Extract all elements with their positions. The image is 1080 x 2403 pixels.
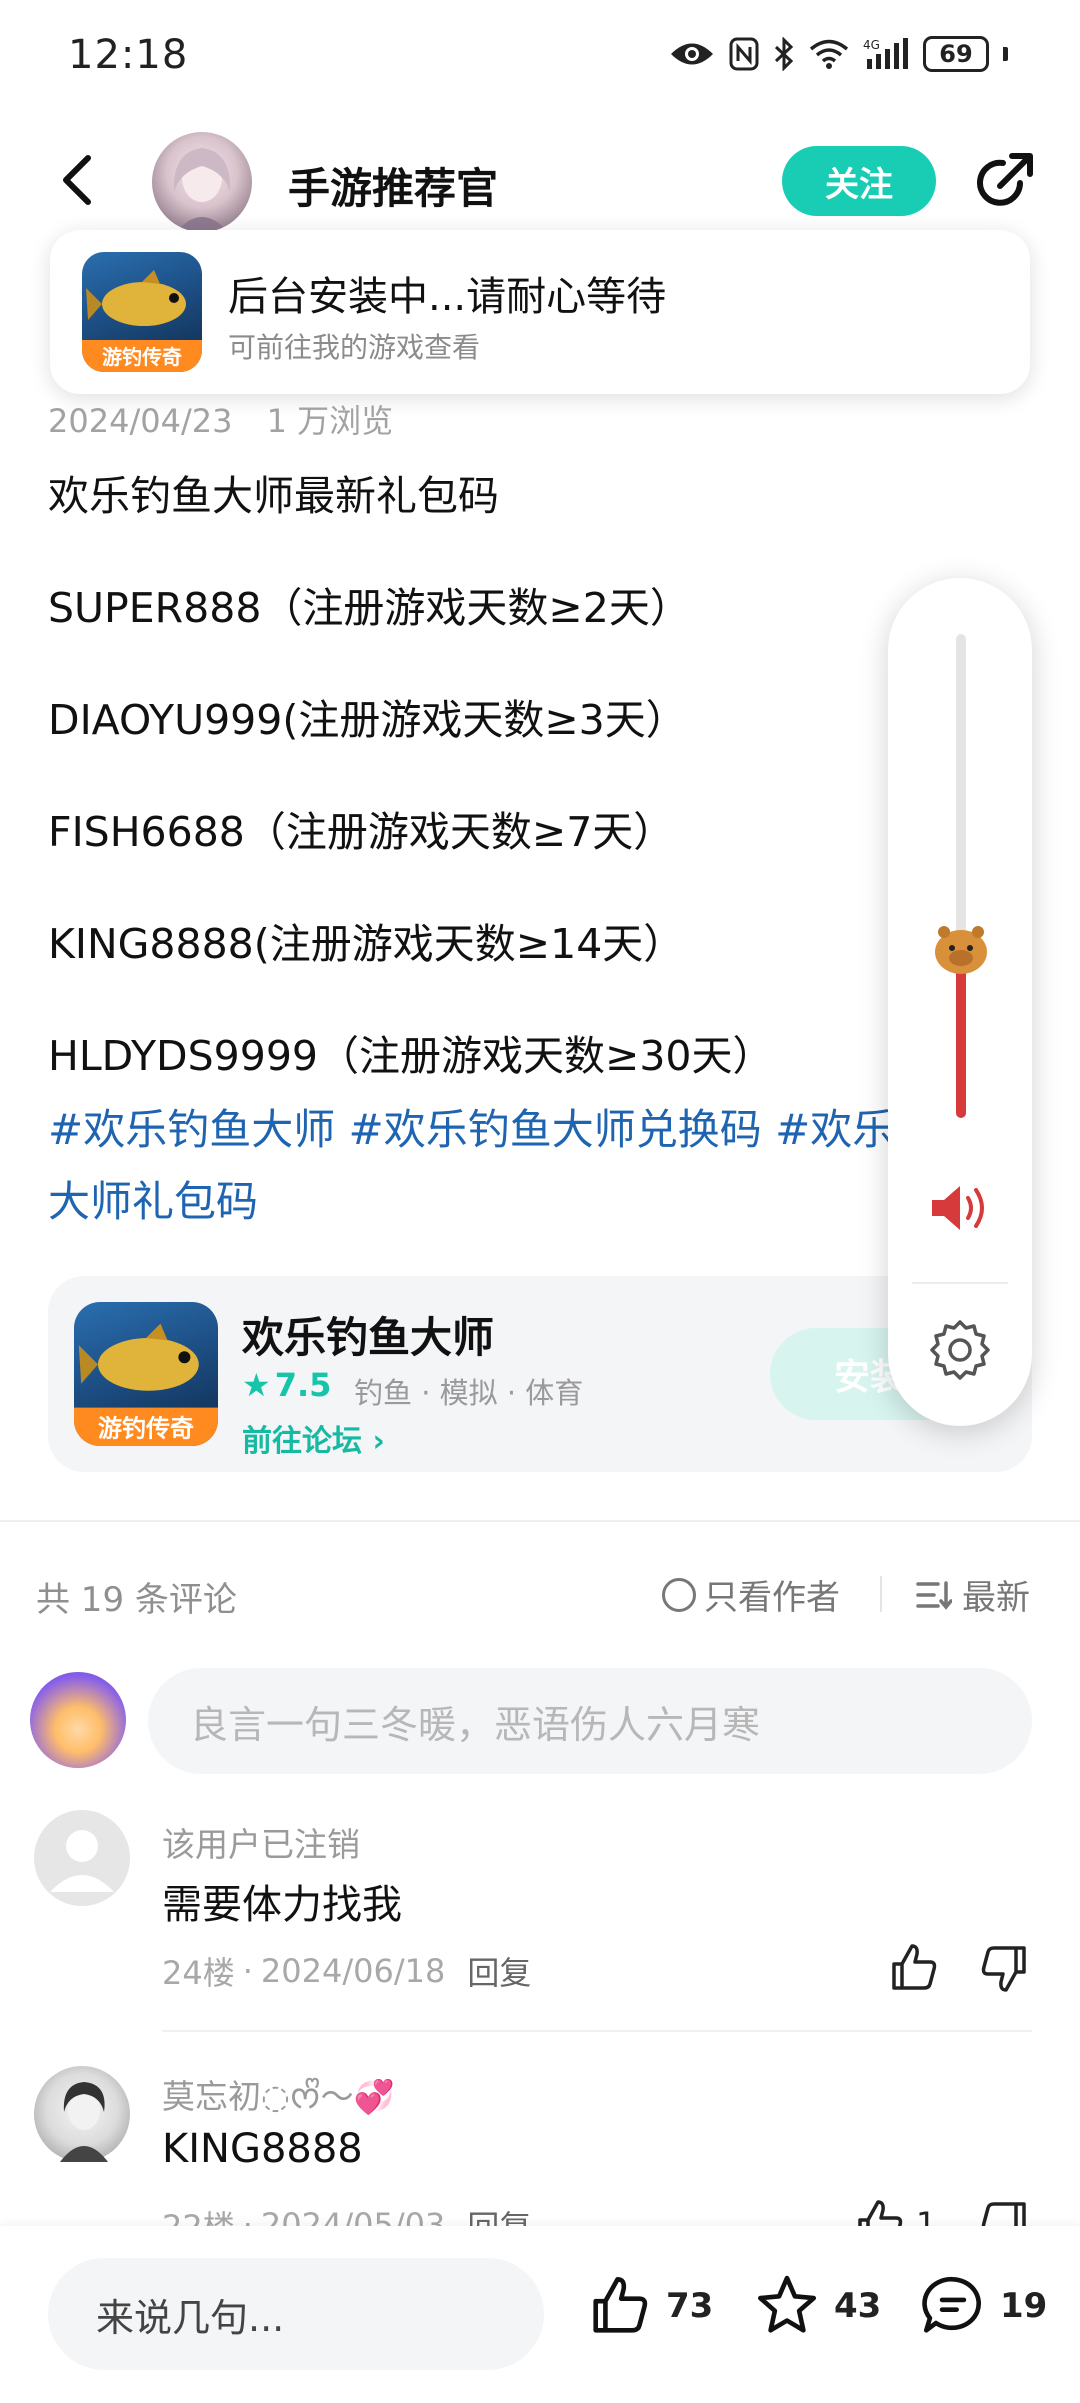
svg-text:游钓传奇: 游钓传奇 [102, 345, 182, 369]
comment-username[interactable]: 莫忘初◌ᰔᩚ〜💞 [162, 2070, 395, 2126]
forum-link-label: 前往论坛 [242, 1424, 362, 1459]
game-card[interactable]: 游钓传奇 欢乐钓鱼大师 ★ 7.5 钓鱼 · 模拟 · 体育 前往论坛 › 安装 [48, 1276, 1032, 1472]
comment-text: 需要体力找我 [162, 1882, 402, 1928]
eye-icon [671, 43, 713, 65]
post-line-code: HLDYDS9999（注册游戏天数≥30天） [48, 1032, 774, 1080]
default-user-icon [50, 1830, 114, 1892]
chevron-right-icon: › [372, 1424, 385, 1459]
favorite-count: 43 [834, 2286, 882, 2326]
like-count: 73 [666, 2286, 714, 2326]
status-time: 12:18 [68, 32, 189, 78]
comment-username[interactable]: 该用户已注销 [162, 1818, 360, 1866]
game-name: 欢乐钓鱼大师 [242, 1313, 495, 1362]
comment-input[interactable]: 良言一句三冬暖，恶语伤人六月寒 [148, 1668, 1032, 1774]
comment-avatar[interactable] [34, 1810, 130, 1906]
favorite-button[interactable]: 43 [752, 2272, 881, 2340]
thumbs-up-icon[interactable] [886, 1940, 942, 1996]
back-arrow-icon[interactable] [50, 150, 110, 210]
fish-icon: 游钓传奇 [82, 270, 202, 372]
rating-value: 7.5 [274, 1366, 332, 1404]
comments-count-bottom: 19 [1000, 2286, 1048, 2326]
volume-slider-thumb-icon[interactable] [930, 918, 992, 980]
post-line-code: SUPER888（注册游戏天数≥2天） [48, 584, 691, 632]
post-meta: 2024/04/23 1 万浏览 [48, 396, 393, 442]
status-bar: 12:18 4G 69 [0, 0, 1080, 110]
my-avatar[interactable] [30, 1672, 126, 1768]
toast-title: 后台安装中...请耐心等待 [228, 274, 667, 320]
author-only-toggle[interactable]: 只看作者 [662, 1570, 840, 1619]
volume-overlay [888, 578, 1032, 1426]
comments-count: 共 19 条评论 [36, 1580, 237, 1620]
star-icon [757, 2275, 817, 2333]
speaker-icon[interactable] [928, 1180, 992, 1236]
game-card-icon: 游钓传奇 [74, 1302, 218, 1446]
thumbs-up-icon [593, 2276, 648, 2333]
install-toast[interactable]: 游钓传奇 后台安装中...请耐心等待 可前往我的游戏查看 [50, 230, 1030, 394]
post-title: 欢乐钓鱼大师最新礼包码 [48, 472, 499, 520]
sort-latest-button[interactable]: 最新 [916, 1570, 1030, 1619]
svg-text:游钓传奇: 游钓传奇 [98, 1414, 194, 1442]
share-icon[interactable] [970, 150, 1036, 216]
game-rating: ★ 7.5 [242, 1366, 331, 1404]
comment-separator [162, 2030, 1032, 2032]
post-hashtags[interactable]: #欢乐钓鱼大师 #欢乐钓鱼大师兑换码 #欢乐钓鱼大师礼包码 [48, 1094, 1008, 1238]
like-button[interactable]: 73 [586, 2272, 713, 2340]
battery-tip [1003, 47, 1008, 61]
comment-avatar[interactable] [34, 2066, 130, 2162]
status-icons: 4G 69 [669, 32, 1008, 76]
game-tags: 钓鱼 · 模拟 · 体育 [354, 1376, 584, 1410]
game-icon: 游钓传奇 [82, 252, 202, 372]
bottom-action-bar: 来说几句... 73 43 19 [0, 2226, 1080, 2403]
fish-icon: 游钓传奇 [74, 1323, 218, 1446]
signal-icon: 4G [863, 38, 908, 69]
wifi-icon [809, 39, 849, 69]
post-date: 2024/04/23 [48, 402, 233, 440]
reply-button[interactable]: 回复 [467, 1948, 531, 1994]
post-line-code: KING8888(注册游戏天数≥14天） [48, 920, 685, 968]
battery-indicator: 69 [923, 36, 989, 72]
comments-button[interactable]: 19 [918, 2272, 1047, 2340]
sort-icon [916, 1580, 952, 1610]
comment-date: 2024/06/18 [260, 1952, 446, 1990]
toast-subtitle[interactable]: 可前往我的游戏查看 [228, 326, 480, 366]
bluetooth-icon [774, 37, 794, 71]
post-line-code: DIAOYU999(注册游戏天数≥3天） [48, 696, 687, 744]
post-views: 1 万浏览 [266, 402, 394, 440]
nfc-icon [729, 37, 759, 71]
comment-bubble-icon [922, 2276, 982, 2333]
avatar-portrait-icon [60, 2082, 108, 2162]
bottom-comment-input[interactable]: 来说几句... [48, 2258, 544, 2370]
comment-meta: 24楼 · 2024/06/18 回复 [162, 1948, 531, 1994]
author-avatar[interactable] [152, 132, 252, 232]
svg-text:4G: 4G [863, 38, 880, 52]
volume-separator [912, 1282, 1008, 1284]
author-only-label: 只看作者 [704, 1578, 840, 1618]
author-name[interactable]: 手游推荐官 [288, 155, 498, 216]
avatar-portrait-icon [173, 148, 231, 232]
comment-floor: 24楼 [162, 1954, 235, 1992]
gear-icon[interactable] [926, 1316, 994, 1384]
comment-text: KING8888 [162, 2126, 363, 2172]
sort-label: 最新 [962, 1578, 1030, 1618]
follow-button[interactable]: 关注 [782, 146, 936, 216]
section-divider [0, 1520, 1080, 1522]
star-icon: ★ [242, 1366, 271, 1404]
vertical-separator [880, 1576, 882, 1612]
post-line-code: FISH6688（注册游戏天数≥7天） [48, 808, 675, 856]
radio-icon [662, 1577, 696, 1612]
thumbs-down-icon[interactable] [976, 1940, 1032, 1996]
forum-link[interactable]: 前往论坛 › [242, 1416, 385, 1460]
